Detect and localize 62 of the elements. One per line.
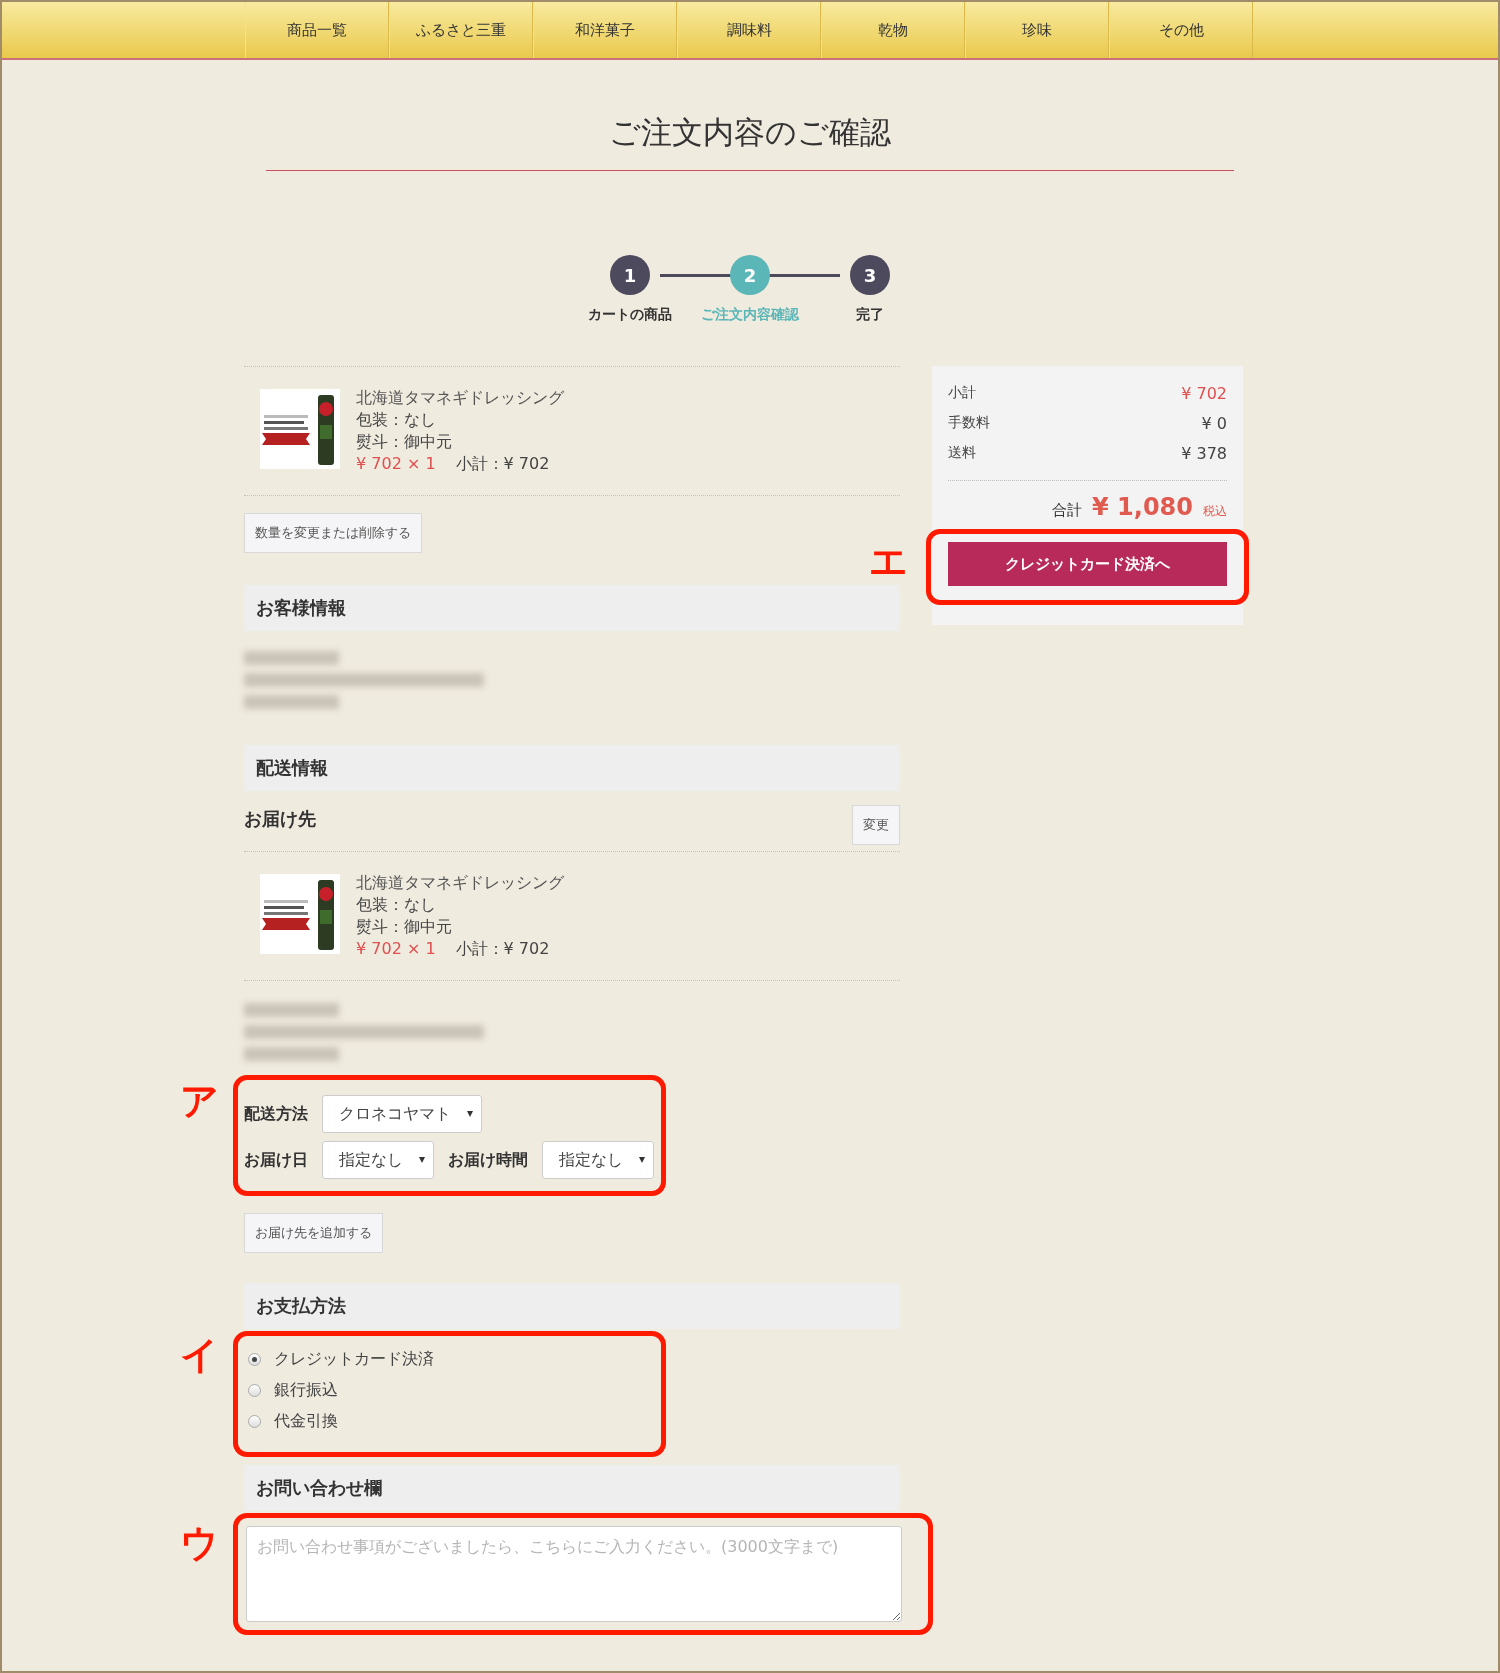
annotation-label: ウ bbox=[180, 1524, 219, 1562]
nav-item[interactable]: その他 bbox=[1109, 2, 1253, 58]
product-name[interactable]: 北海道タマネギドレッシング bbox=[356, 872, 564, 894]
nav-item[interactable]: 商品一覧 bbox=[245, 2, 389, 58]
wrapping-text: 包装：なし bbox=[356, 894, 436, 916]
wrapping-text: 包装：なし bbox=[356, 409, 436, 431]
item-subtotal: 小計：¥ 702 bbox=[455, 938, 550, 960]
step-number: 2 bbox=[730, 255, 770, 295]
section-heading: お問い合わせ欄 bbox=[244, 1465, 900, 1511]
summary-value: ¥ 702 bbox=[1181, 383, 1227, 403]
add-destination-button[interactable]: お届け先を追加する bbox=[244, 1213, 383, 1253]
radio-label[interactable]: 代金引換 bbox=[274, 1411, 338, 1432]
tax-note: 税込 bbox=[1203, 503, 1227, 520]
delivery-time-select[interactable]: 指定なし bbox=[542, 1141, 654, 1179]
section-heading: 配送情報 bbox=[244, 745, 900, 791]
caret-icon bbox=[419, 1157, 425, 1163]
shipping-method-select[interactable]: クロネコヤマト bbox=[322, 1095, 482, 1133]
edit-cart-button[interactable]: 数量を変更または削除する bbox=[244, 513, 422, 553]
caret-icon bbox=[639, 1157, 645, 1163]
summary-label: 送料 bbox=[948, 444, 976, 462]
nav-item[interactable]: 和洋菓子 bbox=[533, 2, 677, 58]
unit-price: ¥ 702 × 1 bbox=[356, 453, 436, 475]
step-label: ご注文内容確認 bbox=[701, 306, 799, 324]
page-title: ご注文内容のご確認 bbox=[266, 112, 1234, 171]
total-label: 合計 bbox=[1052, 501, 1083, 520]
radio-button[interactable] bbox=[248, 1384, 261, 1397]
radio-label[interactable]: クレジットカード決済 bbox=[274, 1349, 434, 1370]
nav-item[interactable]: 調味料 bbox=[677, 2, 821, 58]
step-number: 3 bbox=[850, 255, 890, 295]
field-label: お届け日 bbox=[244, 1149, 308, 1171]
inquiry-field[interactable]: お問い合わせ事項がございましたら、こちらにご入力ください。(3000文字まで) bbox=[246, 1526, 902, 1622]
product-name[interactable]: 北海道タマネギドレッシング bbox=[356, 387, 564, 409]
field-label: 配送方法 bbox=[244, 1103, 308, 1125]
section-heading: お支払方法 bbox=[244, 1283, 900, 1329]
step-number: 1 bbox=[610, 255, 650, 295]
section-heading: お客様情報 bbox=[244, 585, 900, 631]
step-label: 完了 bbox=[856, 306, 884, 324]
summary-value: ¥ 378 bbox=[1181, 443, 1227, 463]
summary-label: 手数料 bbox=[948, 414, 990, 432]
noshi-text: 熨斗：御中元 bbox=[356, 916, 452, 938]
radio-label[interactable]: 銀行振込 bbox=[274, 1380, 338, 1401]
nav-item[interactable]: ふるさと三重 bbox=[389, 2, 533, 58]
summary-value: ¥ 0 bbox=[1201, 413, 1227, 433]
radio-button[interactable] bbox=[248, 1415, 261, 1428]
nav-item[interactable]: 珍味 bbox=[965, 2, 1109, 58]
field-label: お届け時間 bbox=[448, 1149, 528, 1171]
radio-button[interactable] bbox=[248, 1353, 261, 1366]
annotation-label: ア bbox=[180, 1082, 219, 1120]
destination-label: お届け先 bbox=[244, 807, 316, 831]
delivery-date-select[interactable]: 指定なし bbox=[322, 1141, 434, 1179]
summary-label: 小計 bbox=[948, 384, 976, 402]
noshi-text: 熨斗：御中元 bbox=[356, 431, 452, 453]
total-value: ¥ 1,080 bbox=[1092, 493, 1193, 521]
item-subtotal: 小計：¥ 702 bbox=[455, 453, 550, 475]
annotation-label: イ bbox=[180, 1336, 219, 1374]
unit-price: ¥ 702 × 1 bbox=[356, 938, 436, 960]
annotation-label: エ bbox=[869, 542, 908, 580]
checkout-button[interactable]: クレジットカード決済へ bbox=[948, 542, 1227, 586]
caret-icon bbox=[467, 1111, 473, 1117]
step-label: カートの商品 bbox=[588, 306, 672, 324]
nav-item[interactable]: 乾物 bbox=[821, 2, 965, 58]
change-button[interactable]: 変更 bbox=[852, 805, 900, 845]
